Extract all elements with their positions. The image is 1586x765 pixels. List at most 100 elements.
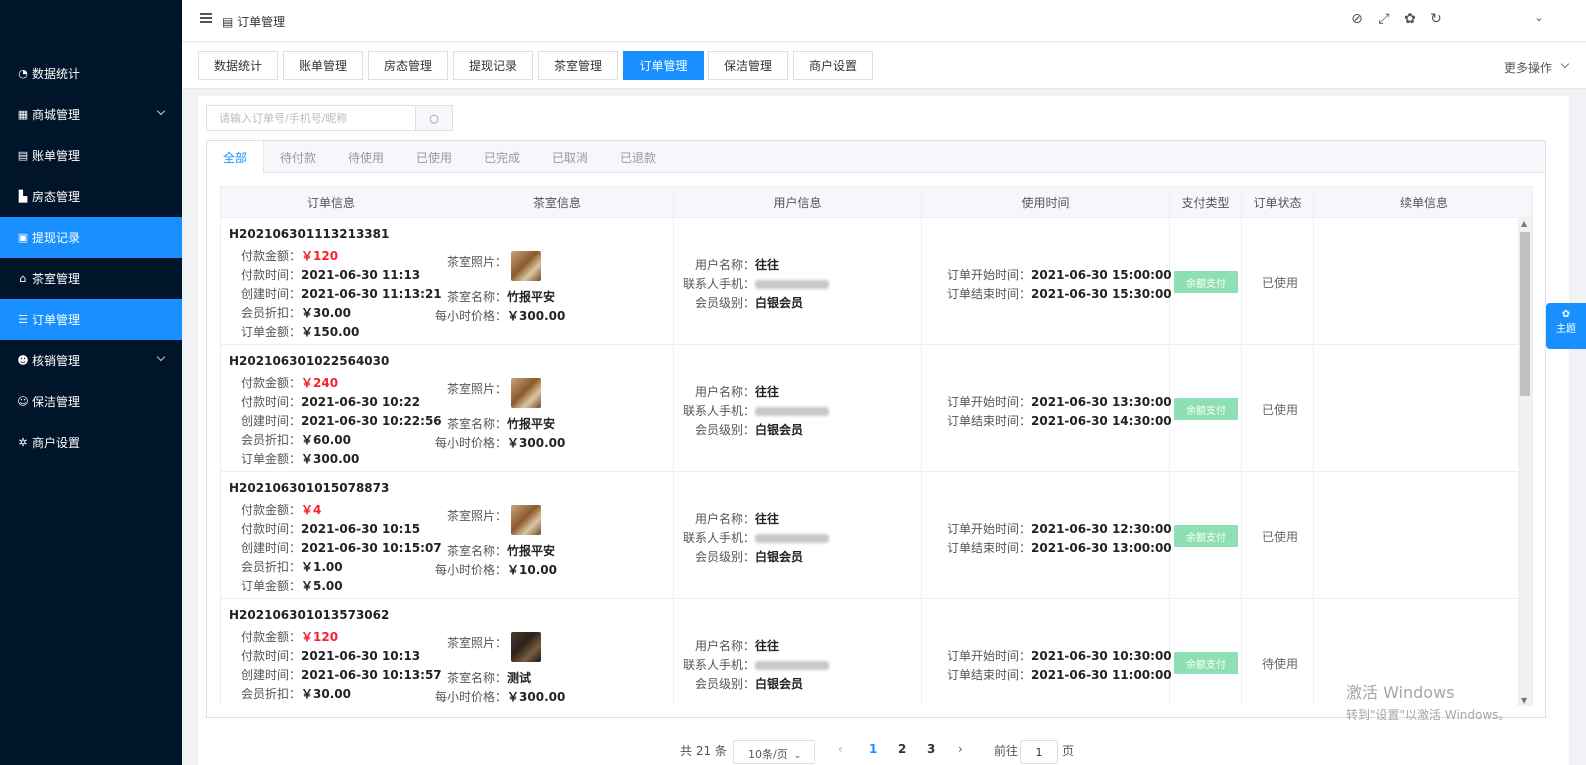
order-status: 已使用 bbox=[1261, 276, 1298, 290]
chevron-down-icon bbox=[156, 352, 166, 362]
pay-type-badge: 余额支付 bbox=[1174, 525, 1238, 547]
chevron-down-icon bbox=[156, 106, 166, 116]
windows-activation-hint: 转到"设置"以激活 Windows。 bbox=[1346, 708, 1511, 722]
refresh-icon[interactable]: ↻ bbox=[1427, 11, 1445, 27]
order-amount-line: 订单金额： bbox=[241, 704, 301, 706]
search-button[interactable]: ○ bbox=[415, 105, 453, 131]
sidebar-item-cleaning[interactable]: ☺ 保洁管理 bbox=[0, 381, 182, 422]
tab-bills[interactable]: 账单管理 bbox=[283, 51, 363, 80]
column-header: 续单信息 bbox=[1399, 195, 1448, 210]
end-time-line: 订单结束时间：2021-06-30 13:00:00 bbox=[947, 541, 1172, 555]
status-tab-refunded[interactable]: 已退款 bbox=[604, 141, 672, 173]
pay-amount-line: 付款金额：￥4 bbox=[241, 503, 322, 517]
search-input[interactable] bbox=[206, 105, 416, 131]
start-time-line: 订单开始时间：2021-06-30 15:00:00 bbox=[947, 268, 1172, 282]
room-photo-label: 茶室照片： bbox=[447, 255, 508, 269]
tab-room-status[interactable]: 房态管理 bbox=[368, 51, 448, 80]
more-ops-button[interactable]: 更多操作 bbox=[1504, 59, 1552, 76]
start-time-line: 订单开始时间：2021-06-30 10:30:00 bbox=[947, 649, 1172, 663]
top-header: ▤ 订单管理 ⊘ ⤢ ✿ ↻ ⌄ bbox=[182, 0, 1586, 42]
goto-label: 前往 bbox=[994, 744, 1019, 758]
create-time-line: 创建时间：2021-06-30 10:22:56 bbox=[241, 414, 442, 428]
page-number[interactable]: 1 bbox=[869, 742, 877, 756]
page-unit-label: 页 bbox=[1062, 744, 1075, 758]
app-root: ◔ 数据统计 ▦ 商城管理 ▤ 账单管理 ▙ 房态管理 ▣ 提现记录 ⌂ 茶室管理 ☰ 订单管… bbox=[0, 0, 1586, 765]
menu-toggle-icon[interactable] bbox=[200, 13, 212, 23]
order-number: H202106301113213381 bbox=[229, 227, 390, 241]
sidebar-item-verification[interactable]: ☻ 核销管理 bbox=[0, 340, 182, 381]
sidebar-item-label: 数据统计 bbox=[32, 67, 81, 81]
chevron-down-icon[interactable]: ⌄ bbox=[1530, 11, 1548, 24]
room-photo[interactable] bbox=[511, 632, 541, 662]
sidebar-item-room-status[interactable]: ▙ 房态管理 bbox=[0, 176, 182, 217]
sidebar-item-label: 商户设置 bbox=[32, 436, 81, 450]
sidebar-item-data-stats[interactable]: ◔ 数据统计 bbox=[0, 53, 182, 94]
chevron-down-icon bbox=[1560, 59, 1570, 69]
status-tab-completed[interactable]: 已完成 bbox=[468, 141, 536, 173]
palette-icon[interactable]: ✿ bbox=[1401, 11, 1419, 27]
page-number[interactable]: 3 bbox=[927, 742, 935, 756]
tab-orders[interactable]: 订单管理 bbox=[623, 51, 704, 80]
user-name-line: 用户名称：往往 bbox=[695, 258, 780, 272]
room-photo-label: 茶室照片： bbox=[447, 636, 508, 650]
sidebar-item-withdrawals[interactable]: ▣ 提现记录 bbox=[0, 217, 182, 258]
start-time-line: 订单开始时间：2021-06-30 13:30:00 bbox=[947, 395, 1172, 409]
status-tab-all[interactable]: 全部 bbox=[207, 141, 264, 174]
tab-cleaning[interactable]: 保洁管理 bbox=[708, 51, 788, 80]
tab-withdrawals[interactable]: 提现记录 bbox=[453, 51, 533, 80]
sidebar-item-bills[interactable]: ▤ 账单管理 bbox=[0, 135, 182, 176]
page-number[interactable]: 2 bbox=[898, 742, 906, 756]
order-status: 已使用 bbox=[1261, 530, 1298, 544]
room-photo[interactable] bbox=[511, 505, 541, 535]
pagination-total: 共 21 条 bbox=[680, 744, 727, 758]
scroll-up-icon[interactable]: ▲ bbox=[1521, 219, 1527, 228]
sidebar-item-label: 提现记录 bbox=[32, 231, 81, 245]
pay-time-line: 付款时间：2021-06-30 10:15 bbox=[241, 522, 421, 536]
order-status: 待使用 bbox=[1261, 657, 1298, 671]
sidebar-item-merchant[interactable]: ✲ 商户设置 bbox=[0, 422, 182, 463]
create-time-line: 创建时间：2021-06-30 11:13:21 bbox=[241, 287, 442, 301]
sidebar-item-tearooms[interactable]: ⌂ 茶室管理 bbox=[0, 258, 182, 299]
page-title: ▤ 订单管理 bbox=[222, 13, 285, 30]
user-phone-line: 联系人手机： bbox=[683, 275, 830, 292]
column-header: 用户信息 bbox=[674, 187, 922, 217]
discount-line: 会员折扣：￥30.00 bbox=[241, 687, 351, 701]
goto-page-input[interactable]: 1 bbox=[1020, 740, 1058, 764]
tab-data-stats[interactable]: 数据统计 bbox=[198, 51, 278, 80]
room-photo[interactable] bbox=[511, 251, 541, 281]
sidebar-item-mall[interactable]: ▦ 商城管理 bbox=[0, 94, 182, 135]
room-chart-icon: ▙ bbox=[18, 190, 28, 203]
room-name-line: 茶室名称：竹报平安 bbox=[447, 417, 556, 431]
column-header: 订单信息 bbox=[306, 195, 355, 210]
mute-icon[interactable]: ⊘ bbox=[1348, 11, 1366, 27]
tab-tearooms[interactable]: 茶室管理 bbox=[538, 51, 618, 80]
prev-page-icon[interactable]: ‹ bbox=[838, 742, 843, 756]
user-name-line: 用户名称：往往 bbox=[695, 512, 780, 526]
pay-time-line: 付款时间：2021-06-30 10:22 bbox=[241, 395, 421, 409]
pagination: 共 21 条 10条/页 ⌄ ‹ 1 2 3 › 前往 1 页 bbox=[198, 740, 1569, 765]
status-tab-cancelled[interactable]: 已取消 bbox=[536, 141, 604, 173]
page-size-select[interactable]: 10条/页 ⌄ bbox=[733, 740, 815, 764]
user-name-line: 用户名称：往往 bbox=[695, 639, 780, 653]
order-amount-line: 订单金额：￥300.00 bbox=[241, 452, 360, 466]
next-page-icon[interactable]: › bbox=[958, 742, 963, 756]
status-tab-used[interactable]: 已使用 bbox=[400, 141, 468, 173]
scroll-thumb[interactable] bbox=[1520, 232, 1530, 396]
start-time-line: 订单开始时间：2021-06-30 12:30:00 bbox=[947, 522, 1172, 536]
scrollbar[interactable]: ▲ ▼ bbox=[1518, 218, 1532, 706]
tab-merchant[interactable]: 商户设置 bbox=[793, 51, 873, 80]
windows-activation-watermark: 激活 Windows bbox=[1346, 683, 1455, 702]
pay-amount-line: 付款金额：￥120 bbox=[241, 249, 339, 263]
user-phone-line: 联系人手机： bbox=[683, 656, 830, 673]
sidebar-item-orders[interactable]: ☰ 订单管理 bbox=[0, 299, 182, 340]
sidebar: ◔ 数据统计 ▦ 商城管理 ▤ 账单管理 ▙ 房态管理 ▣ 提现记录 ⌂ 茶室管理 ☰ 订单管… bbox=[0, 0, 182, 765]
fullscreen-icon[interactable]: ⤢ bbox=[1375, 11, 1393, 27]
column-header: 使用时间 bbox=[922, 187, 1170, 217]
scroll-down-icon[interactable]: ▼ bbox=[1521, 696, 1527, 705]
status-tab-unpaid[interactable]: 待付款 bbox=[264, 141, 332, 173]
page-size-value: 10条/页 bbox=[748, 748, 788, 761]
table-header: 订单信息 茶室信息 用户信息 使用时间 支付类型 订单状态 续单信息 bbox=[220, 186, 1533, 218]
status-tab-to-use[interactable]: 待使用 bbox=[332, 141, 400, 173]
theme-float-button[interactable]: ✿ 主题 bbox=[1546, 303, 1586, 349]
room-photo[interactable] bbox=[511, 378, 541, 408]
